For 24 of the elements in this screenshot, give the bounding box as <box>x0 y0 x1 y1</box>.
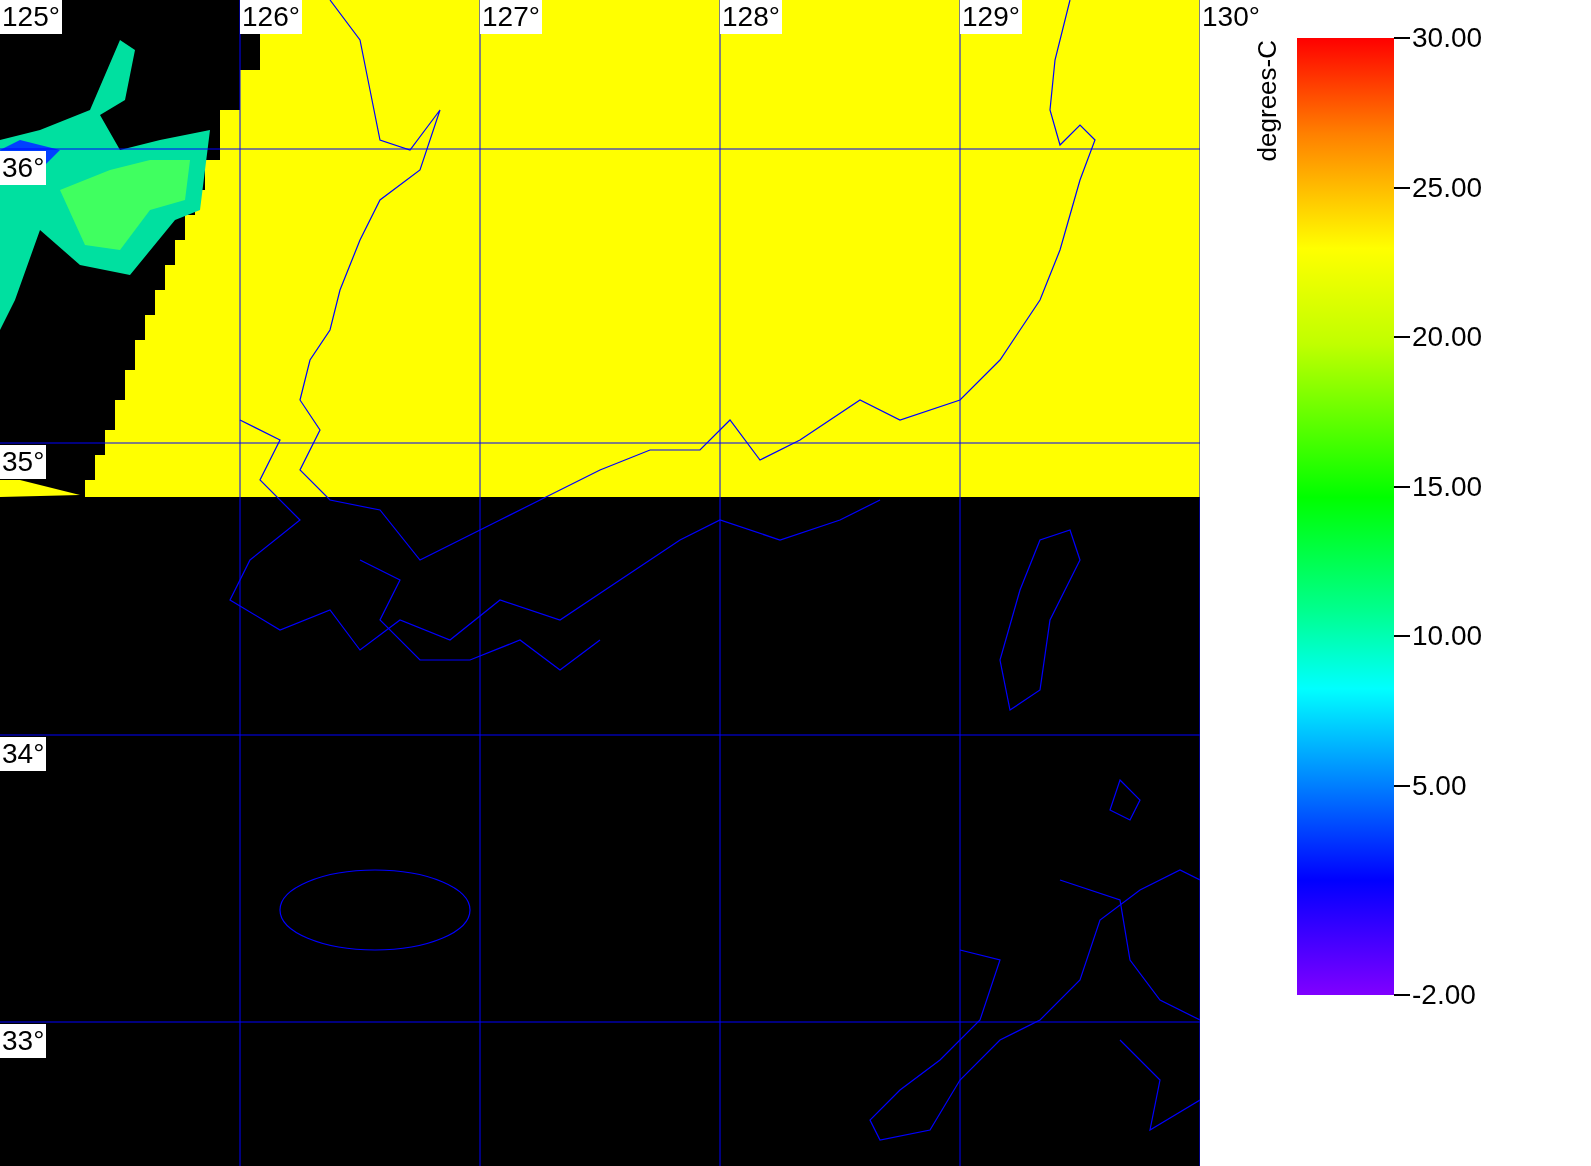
colorbar-tick-label: 10.00 <box>1412 621 1483 652</box>
colorbar-tick <box>1394 336 1410 339</box>
colorbar-tick <box>1394 994 1410 996</box>
colorbar-tick-label: -2.00 <box>1412 980 1476 1010</box>
latitude-label: 36° <box>0 151 47 185</box>
latitude-label: 33° <box>0 1024 47 1058</box>
latitude-label: 35° <box>0 445 47 479</box>
colorbar-tick-label: 5.00 <box>1412 770 1467 801</box>
colorbar-tick-label: 20.00 <box>1412 322 1483 353</box>
longitude-label: 129° <box>960 0 1022 34</box>
colorbar-tick-label: 30.00 <box>1412 23 1483 53</box>
colorbar-unit-label: degrees-C <box>1252 40 1283 162</box>
colorbar-tick <box>1394 485 1410 488</box>
colorbar-tick <box>1394 37 1410 39</box>
colorbar-tick <box>1394 784 1410 787</box>
colorbar-tick-label: 15.00 <box>1412 471 1483 502</box>
colorbar-tick <box>1394 635 1410 638</box>
latitude-label: 34° <box>0 737 47 771</box>
longitude-label: 127° <box>480 0 542 34</box>
colorbar-tick-label: 25.00 <box>1412 172 1483 203</box>
longitude-label: 125° <box>0 0 62 34</box>
longitude-label: 128° <box>720 0 782 34</box>
longitude-label: 126° <box>240 0 302 34</box>
colorbar-tick <box>1394 186 1410 189</box>
